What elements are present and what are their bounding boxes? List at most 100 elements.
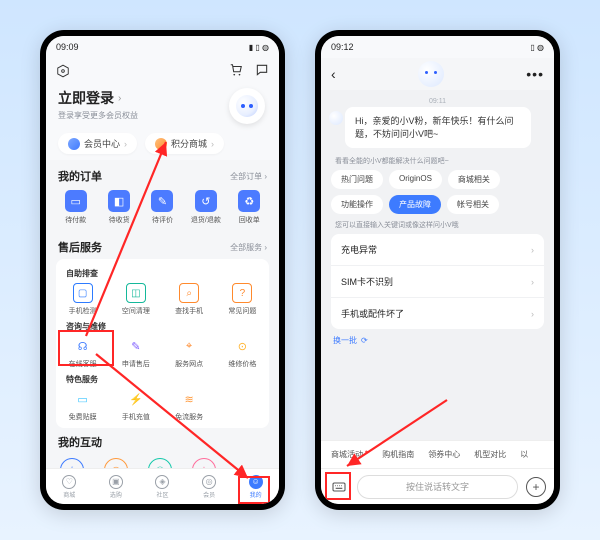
time: 09:09 (56, 42, 79, 52)
status-icons: ▮ ▯ ◍ (249, 43, 269, 52)
topic-chip[interactable]: 功能操作 (331, 195, 383, 214)
add-icon[interactable]: + (526, 477, 546, 497)
recycle-icon: ♻ (238, 190, 260, 212)
phone-check-icon: ▢ (73, 283, 93, 303)
topic-chip-active[interactable]: 产品故障 (389, 195, 441, 214)
nav-item[interactable]: ▣选购 (109, 475, 123, 499)
quick-link[interactable]: 购机指南 (382, 449, 414, 460)
quick-link[interactable]: 商城活动 ● (331, 449, 368, 460)
robot-icon (418, 61, 444, 87)
settings-icon[interactable] (56, 64, 70, 78)
chevron-right-icon: › (531, 309, 534, 319)
order-item[interactable]: ♻回收单 (228, 190, 271, 225)
service-title: 售后服务 (58, 239, 102, 255)
apply-icon: ✎ (126, 336, 146, 356)
price-icon: ⊙ (232, 336, 252, 356)
special-title: 特色服务 (56, 371, 269, 387)
swap-button[interactable]: 换一批 ⟳ (331, 329, 544, 352)
topic-chip[interactable]: 商城相关 (448, 170, 500, 189)
service-item[interactable]: ?常见问题 (216, 283, 269, 316)
service-item[interactable]: ⚡手机充值 (109, 389, 162, 422)
cart-icon[interactable] (229, 63, 243, 80)
nav-item[interactable]: ◎会员 (202, 475, 216, 499)
topic-chip[interactable]: 热门问题 (331, 170, 383, 189)
faq-icon: ? (232, 283, 252, 303)
service-item[interactable]: ⊙维修价格 (216, 336, 269, 369)
review-icon: ✎ (151, 190, 173, 212)
service-item[interactable]: ✎申请售后 (109, 336, 162, 369)
orders-more[interactable]: 全部订单 › (230, 171, 267, 182)
quick-links-scroll[interactable]: 商城活动 ● 购机指南 领券中心 机型对比 以 (321, 440, 554, 468)
chat-input-bar: 按住说话转文字 + (321, 468, 554, 504)
chevron-right-icon: › (531, 245, 534, 255)
service-item[interactable]: ◫空间清理 (109, 283, 162, 316)
status-bar: 09:12 ▯ ◍ (321, 36, 554, 58)
question-item[interactable]: SIM卡不识别› (331, 266, 544, 298)
phone-left: 09:09 ▮ ▯ ◍ 立即登录 › 登录享受更多会员权益 (40, 30, 285, 510)
topic-chip[interactable]: OriginOS (389, 170, 442, 189)
question-item[interactable]: 手机或配件坏了› (331, 298, 544, 329)
box-icon: ◧ (108, 190, 130, 212)
headset-icon: ☊ (73, 336, 93, 356)
order-item[interactable]: ✎待评价 (141, 190, 184, 225)
quick-link[interactable]: 以 (520, 449, 528, 460)
diamond-icon (68, 138, 80, 150)
chevron-right-icon: › (531, 277, 534, 287)
nav-item-mine[interactable]: ☺我的 (249, 475, 263, 499)
login-title: 立即登录 (58, 88, 114, 108)
service-more[interactable]: 全部服务 › (230, 242, 267, 253)
order-item[interactable]: ↺退货/退款 (184, 190, 227, 225)
film-icon: ▭ (73, 389, 93, 409)
data-icon: ≋ (179, 389, 199, 409)
chat-header: ‹ ••• (321, 58, 554, 90)
consult-title: 咨询与维修 (56, 318, 269, 334)
location-icon: ⌖ (179, 336, 199, 356)
question-item[interactable]: 充电异常› (331, 234, 544, 266)
phone-right: 09:12 ▯ ◍ ‹ ••• 09:11 Hi，亲爱的小V粉，新年快乐！有什么… (315, 30, 560, 510)
question-list: 充电异常› SIM卡不识别› 手机或配件坏了› (331, 234, 544, 329)
status-bar: 09:09 ▮ ▯ ◍ (46, 36, 279, 58)
order-item[interactable]: ◧待收货 (97, 190, 140, 225)
orders-title: 我的订单 (58, 168, 102, 184)
prompt-text: 看看全能的小V都能解决什么问题吧~ (335, 156, 544, 166)
quick-link[interactable]: 机型对比 (474, 449, 506, 460)
chevron-right-icon: › (118, 93, 121, 104)
nav-item[interactable]: ◈社区 (155, 475, 169, 499)
back-icon[interactable]: ‹ (331, 66, 336, 82)
voice-input[interactable]: 按住说话转文字 (357, 475, 518, 499)
chat-bubble-icon[interactable] (255, 63, 269, 80)
toolbar (46, 58, 279, 84)
chat-timestamp: 09:11 (331, 98, 544, 105)
status-icons: ▯ ◍ (530, 43, 544, 52)
order-item[interactable]: ▭待付款 (54, 190, 97, 225)
service-item[interactable]: ⌖服务网点 (163, 336, 216, 369)
greeting-bubble: Hi，亲爱的小V粉，新年快乐！有什么问题，不妨问问小V吧~ (345, 107, 531, 148)
clean-icon: ◫ (126, 283, 146, 303)
robot-icon (236, 95, 258, 117)
self-service-title: 自助排查 (56, 265, 269, 281)
topic-chip[interactable]: 帐号相关 (447, 195, 499, 214)
avatar[interactable] (229, 88, 265, 124)
service-card: 自助排查 ▢手机检测 ◫空间清理 ⌕查找手机 ?常见问题 咨询与维修 ☊在线客服… (56, 259, 269, 428)
quick-link[interactable]: 领券中心 (428, 449, 460, 460)
more-icon[interactable]: ••• (526, 66, 544, 82)
service-item[interactable]: ▭免费贴膜 (56, 389, 109, 422)
chip-points[interactable]: 积分商城 › (145, 133, 224, 154)
locate-icon: ⌕ (179, 283, 199, 303)
service-item[interactable]: ▢手机检测 (56, 283, 109, 316)
refresh-icon: ⟳ (361, 336, 368, 345)
service-item-online-support[interactable]: ☊在线客服 (56, 336, 109, 369)
wallet-icon: ▭ (65, 190, 87, 212)
bottom-nav: ♡商城 ▣选购 ◈社区 ◎会员 ☺我的 (46, 468, 279, 504)
coin-icon (155, 138, 167, 150)
hudong-title: 我的互动 (58, 434, 102, 450)
prompt-text: 您可以直接输入关键词或像这样问小V哦 (335, 220, 544, 230)
time: 09:12 (331, 42, 354, 52)
chip-member[interactable]: 会员中心 › (58, 133, 137, 154)
topup-icon: ⚡ (126, 389, 146, 409)
nav-item[interactable]: ♡商城 (62, 475, 76, 499)
keyboard-icon[interactable] (329, 477, 349, 497)
service-item[interactable]: ≋免流服务 (163, 389, 216, 422)
refund-icon: ↺ (195, 190, 217, 212)
service-item[interactable]: ⌕查找手机 (163, 283, 216, 316)
